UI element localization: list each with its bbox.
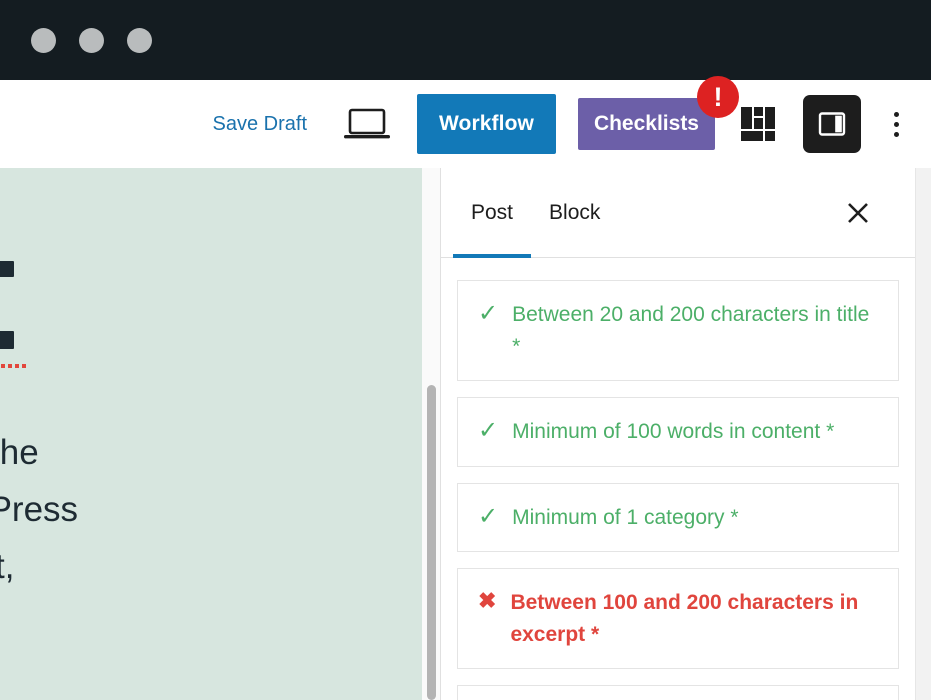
workflow-button[interactable]: Workflow xyxy=(417,94,556,154)
checklist-item[interactable]: ✓ Minimum of 1 category * xyxy=(457,483,899,553)
editor-toolbar: Save Draft Workflow Checklists ! xyxy=(0,80,931,168)
checklist-item[interactable]: ✓ Minimum of 100 words in content * xyxy=(457,397,899,467)
desktop-preview-icon[interactable] xyxy=(339,102,395,146)
checklists-button[interactable]: Checklists ! xyxy=(578,98,715,150)
save-draft-button[interactable]: Save Draft xyxy=(213,113,307,136)
minimize-dot[interactable] xyxy=(31,28,56,53)
checklist-item-label: Between 20 and 200 characters in title * xyxy=(512,299,878,362)
checklist-item-label: Minimum of 1 category * xyxy=(512,502,738,534)
checklist-item[interactable]: ✖ Between 100 and 200 characters in exce… xyxy=(457,568,899,669)
checklist-item-label: Between 100 and 200 characters in excerp… xyxy=(510,587,878,650)
more-options-icon[interactable] xyxy=(883,102,909,146)
editor-text-line: ordPress xyxy=(0,490,78,530)
editor-text-line: ast, xyxy=(0,547,14,587)
close-icon[interactable] xyxy=(841,196,875,230)
maximize-dot[interactable] xyxy=(79,28,104,53)
check-pass-icon: ✓ xyxy=(478,502,498,532)
checklists-alert-badge: ! xyxy=(697,76,739,118)
block-patterns-icon[interactable] xyxy=(741,107,775,141)
tab-post[interactable]: Post xyxy=(453,168,531,258)
more-dot-3 xyxy=(894,132,899,137)
close-dot[interactable] xyxy=(127,28,152,53)
tab-block[interactable]: Block xyxy=(531,168,618,258)
sidebar-outer-rail xyxy=(915,168,931,700)
editor-text-line: "The xyxy=(0,433,39,473)
more-dot-1 xyxy=(894,112,899,117)
checklists-label: Checklists xyxy=(594,112,699,136)
checklist-item-label: Minimum of 100 words in content * xyxy=(512,416,834,448)
checklist-item[interactable] xyxy=(457,685,899,700)
settings-sidebar-toggle[interactable] xyxy=(803,95,861,153)
settings-sidebar: Post Block ✓ Between 20 and 200 characte… xyxy=(440,168,915,700)
window-titlebar xyxy=(0,0,931,80)
checklist-item[interactable]: ✓ Between 20 and 200 characters in title… xyxy=(457,280,899,381)
more-dot-2 xyxy=(894,122,899,127)
check-pass-icon: ✓ xyxy=(478,299,498,329)
checklist-panel: ✓ Between 20 and 200 characters in title… xyxy=(441,258,915,700)
check-fail-icon: ✖ xyxy=(478,587,496,615)
window-controls xyxy=(31,28,152,53)
editor-block-fragment-1 xyxy=(0,261,14,277)
post-editor-canvas[interactable]: "The ordPress ast, xyxy=(0,168,422,700)
check-pass-icon: ✓ xyxy=(478,416,498,446)
sidebar-tabbar: Post Block xyxy=(441,168,915,258)
editor-scrollbar-thumb[interactable] xyxy=(427,385,436,700)
editor-block-fragment-2 xyxy=(0,331,14,349)
spellcheck-underline xyxy=(0,364,28,368)
